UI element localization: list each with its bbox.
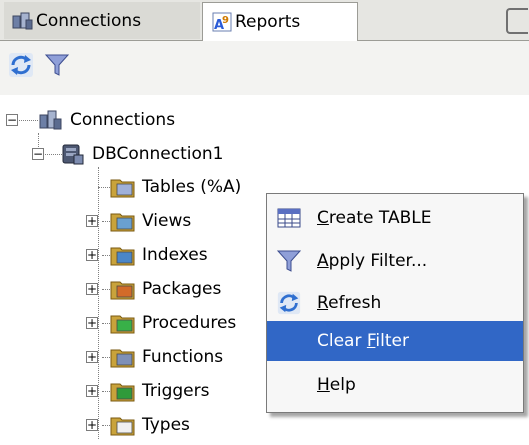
menu-item-label: Apply Filter... <box>317 251 427 271</box>
label-part: reate TABLE <box>328 208 432 228</box>
expand-toggle[interactable]: + <box>86 351 98 363</box>
types-icon <box>110 413 136 437</box>
table-icon <box>275 204 303 232</box>
context-menu: Create TABLE Apply Filter... Refresh Clear … <box>266 193 524 413</box>
menu-item-label: Create TABLE <box>317 208 431 228</box>
overflow-tab-button[interactable] <box>506 8 528 34</box>
tree-node-functions[interactable]: + Functions <box>86 342 223 372</box>
expand-toggle[interactable]: + <box>86 249 98 261</box>
tree-node-label: DBConnection1 <box>92 144 224 164</box>
database-icon <box>60 142 86 166</box>
tree-node-dbconnection[interactable]: − DBConnection1 <box>32 139 223 169</box>
connections-icon <box>38 108 64 132</box>
label-part: elp <box>329 375 356 395</box>
procedures-icon <box>110 311 136 335</box>
svg-text:9: 9 <box>222 15 229 26</box>
menu-item-label: Clear Filter <box>317 331 409 351</box>
menu-item-label: Help <box>317 375 356 395</box>
menu-item-apply-filter[interactable]: Apply Filter... <box>267 241 523 281</box>
mnemonic-letter: C <box>317 208 329 228</box>
tree-line <box>102 254 110 256</box>
tree-node-label: Procedures <box>142 313 237 333</box>
label-part: Clear <box>317 331 367 351</box>
tab-connections[interactable]: Connections <box>4 2 200 39</box>
tables-icon <box>110 175 136 199</box>
tree-node-label: Connections <box>70 110 176 130</box>
label-part: ilter <box>375 331 409 351</box>
tree-node-label: Types <box>142 415 190 435</box>
menu-item-help[interactable]: Help <box>267 365 523 405</box>
tree-line <box>102 288 110 290</box>
tab-connections-label: Connections <box>36 10 142 31</box>
tree-line <box>102 390 110 392</box>
tree-node-connections[interactable]: − Connections <box>6 105 175 135</box>
expand-toggle[interactable]: + <box>86 385 98 397</box>
tree-node-label: Views <box>142 211 192 231</box>
filter-icon <box>275 247 303 275</box>
tab-reports-label: Reports <box>235 12 301 32</box>
refresh-button[interactable] <box>6 52 36 82</box>
packages-icon <box>110 277 136 301</box>
tree-line <box>102 424 110 426</box>
collapse-toggle[interactable]: − <box>6 114 18 126</box>
menu-item-refresh[interactable]: Refresh <box>267 283 523 323</box>
expand-toggle[interactable]: + <box>86 215 98 227</box>
connections-icon <box>12 10 34 32</box>
tree-node-types[interactable]: + Types <box>86 410 190 440</box>
tree-node-label: Indexes <box>142 245 208 265</box>
mnemonic-letter: R <box>317 293 329 313</box>
tree-line <box>102 220 110 222</box>
tree-node-procedures[interactable]: + Procedures <box>86 308 236 338</box>
tree-node-label: Functions <box>142 347 224 367</box>
filter-button[interactable] <box>42 52 72 82</box>
tree-node-label: Triggers <box>142 381 210 401</box>
views-icon <box>110 209 136 233</box>
label-part: efresh <box>328 293 382 313</box>
tree-node-label: Tables (%A) <box>142 177 242 197</box>
tree-node-tables[interactable]: Tables (%A) <box>110 172 241 202</box>
tree-node-triggers[interactable]: + Triggers <box>86 376 210 406</box>
collapse-toggle[interactable]: − <box>32 148 44 160</box>
refresh-icon <box>7 51 35 84</box>
tree-line <box>102 322 110 324</box>
toolbar <box>0 41 529 95</box>
refresh-icon <box>275 289 303 317</box>
menu-item-label: Refresh <box>317 293 381 313</box>
mnemonic-letter: H <box>317 375 330 395</box>
mnemonic-letter: A <box>317 251 329 271</box>
tree-node-packages[interactable]: + Packages <box>86 274 221 304</box>
triggers-icon <box>110 379 136 403</box>
menu-item-clear-filter[interactable]: Clear Filter <box>267 321 523 361</box>
tab-reports[interactable]: A 9 Reports <box>202 2 358 41</box>
menu-item-create-table[interactable]: Create TABLE <box>267 198 523 238</box>
filter-icon <box>44 52 70 83</box>
reports-icon: A 9 <box>211 11 233 33</box>
tree-line <box>102 356 110 358</box>
expand-toggle[interactable]: + <box>86 317 98 329</box>
tree-node-indexes[interactable]: + Indexes <box>86 240 208 270</box>
indexes-icon <box>110 243 136 267</box>
label-part: pply Filter... <box>328 251 428 271</box>
tree-node-views[interactable]: + Views <box>86 206 191 236</box>
expand-toggle[interactable]: + <box>86 283 98 295</box>
tree-node-label: Packages <box>142 279 222 299</box>
functions-icon <box>110 345 136 369</box>
expand-toggle[interactable]: + <box>86 419 98 431</box>
